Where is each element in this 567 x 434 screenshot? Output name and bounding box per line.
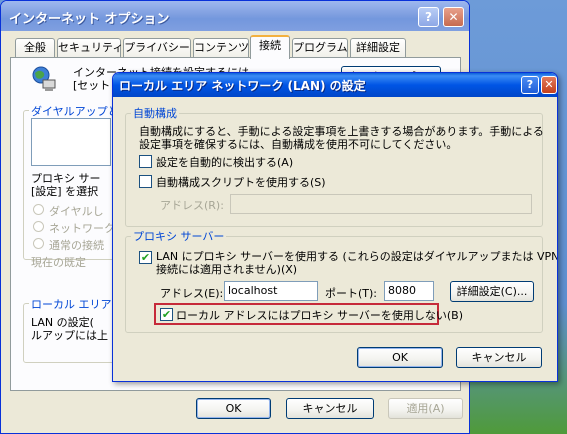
auto-detect-checkbox[interactable] [139, 155, 152, 168]
script-address-input[interactable] [230, 194, 532, 214]
tab-security[interactable]: セキュリティ [57, 38, 123, 58]
radio-dial-never[interactable] [33, 204, 44, 215]
dialup-group-label: ダイヤルアップと [29, 103, 121, 119]
radio-always-dial[interactable] [33, 238, 44, 249]
tab-content[interactable]: コンテンツ [193, 38, 249, 58]
lan-cancel-button[interactable]: キャンセル [456, 347, 542, 368]
advanced-settings-button[interactable]: 詳細設定(C)... [450, 281, 534, 302]
tab-general[interactable]: 全般 [15, 38, 55, 58]
setup-description-2: [セット [73, 79, 111, 92]
internet-options-titlebar[interactable]: インターネット オプション ? ✕ [1, 1, 469, 31]
bypass-local-checkbox[interactable]: ✔ [160, 308, 173, 321]
radio-dial-never-label: ダイヤルし [49, 205, 104, 218]
lan-settings-text-2: ルアップには上 [31, 329, 108, 342]
lan-dialog-title: ローカル エリア ネットワーク (LAN) の設定 [119, 79, 366, 93]
dialup-list[interactable] [31, 118, 111, 166]
internet-options-title: インターネット オプション [9, 12, 170, 27]
lan-dialog-titlebar[interactable]: ローカル エリア ネットワーク (LAN) の設定 ? ✕ [113, 73, 557, 97]
lan-settings-group-label: ローカル エリア [29, 296, 114, 312]
bypass-local-label: ローカル アドレスにはプロキシ サーバーを使用しない(B) [176, 309, 464, 322]
tab-programs[interactable]: プログラム [292, 38, 348, 58]
tab-advanced[interactable]: 詳細設定 [350, 38, 406, 58]
auto-config-script-checkbox[interactable] [139, 175, 152, 188]
auto-config-script-label: 自動構成スクリプトを使用する(S) [156, 176, 326, 189]
apply-button[interactable]: 適用(A) [388, 398, 463, 419]
proxy-address-label: アドレス(E): [160, 287, 224, 300]
proxy-port-label: ポート(T): [325, 287, 378, 300]
auto-config-legend: 自動構成 [131, 105, 179, 121]
lan-ok-button[interactable]: OK [357, 347, 443, 368]
proxy-server-legend: プロキシ サーバー [131, 228, 227, 244]
proxy-port-input[interactable]: 8080 [384, 281, 434, 301]
script-address-label: アドレス(R): [160, 199, 224, 212]
inet-ok-button[interactable]: OK [196, 398, 271, 419]
inet-cancel-button[interactable]: キャンセル [286, 398, 374, 419]
proxy-address-input[interactable]: localhost [224, 281, 318, 301]
radio-dial-when-no-network-label: ネットワーク [49, 222, 115, 235]
tab-privacy[interactable]: プライバシー [123, 38, 191, 58]
radio-dial-when-no-network[interactable] [33, 221, 44, 232]
auto-detect-label: 設定を自動的に検出する(A) [156, 156, 294, 169]
lan-settings-dialog: ローカル エリア ネットワーク (LAN) の設定 ? ✕ 自動構成 自動構成に… [112, 72, 558, 382]
network-globe-icon [32, 66, 56, 91]
close-button[interactable]: ✕ [443, 7, 464, 27]
auto-config-description-2: 設定事項を確保するには、自動構成を使用不可にしてください。 [139, 138, 458, 151]
current-default-label: 現在の既定 [31, 256, 86, 269]
tab-connections[interactable]: 接続 [250, 35, 290, 59]
help-button[interactable]: ? [418, 7, 439, 27]
help-button[interactable]: ? [521, 76, 539, 94]
use-proxy-checkbox[interactable]: ✔ [139, 251, 152, 264]
use-proxy-label-2: 接続には適用されません)(X) [156, 263, 298, 276]
close-button[interactable]: ✕ [541, 76, 557, 94]
proxy-server-text-2: [設定] を選択 [31, 185, 99, 198]
radio-always-dial-label: 通常の接続 [49, 239, 104, 252]
